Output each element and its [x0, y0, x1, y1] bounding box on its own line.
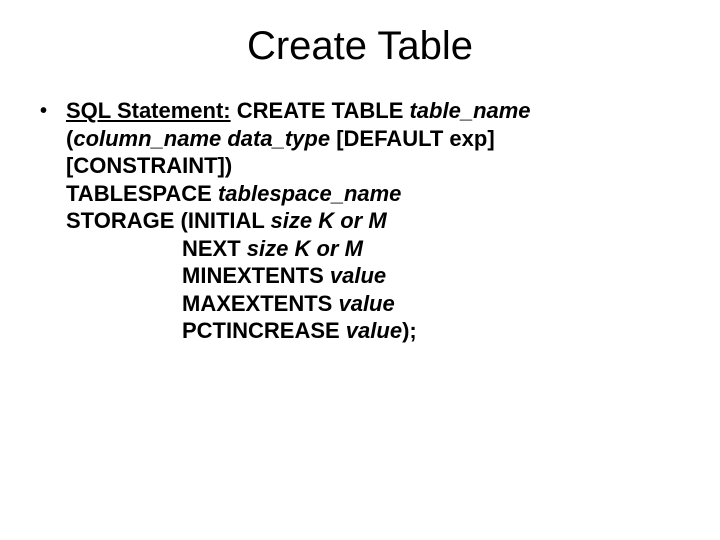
l2-col-type: column_name data_type: [73, 126, 330, 151]
l6-next: NEXT: [182, 236, 247, 261]
l3-constraint: [CONSTRAINT]): [66, 153, 232, 178]
l7-minextents: MINEXTENTS: [182, 263, 330, 288]
l4-tablespace-name: tablespace_name: [218, 181, 401, 206]
slide-body: • SQL Statement: CREATE TABLE table_name…: [0, 97, 720, 345]
bullet-content: SQL Statement: CREATE TABLE table_name: [66, 97, 680, 125]
line-5: STORAGE (INITIAL size K or M: [40, 207, 680, 235]
sql-statement-label: SQL Statement:: [66, 98, 231, 123]
line-8: MAXEXTENTS value: [40, 290, 680, 318]
l5-storage-initial: STORAGE (INITIAL: [66, 208, 271, 233]
l7-value: value: [330, 263, 386, 288]
slide-title: Create Table: [0, 0, 720, 97]
line-1: SQL Statement: CREATE TABLE table_name: [66, 97, 680, 125]
line-9: PCTINCREASE value);: [40, 317, 680, 345]
l9-value: value: [346, 318, 402, 343]
bullet-row: • SQL Statement: CREATE TABLE table_name: [40, 97, 680, 125]
bullet-icon: •: [40, 97, 66, 124]
line-4: TABLESPACE tablespace_name: [40, 180, 680, 208]
slide: Create Table • SQL Statement: CREATE TAB…: [0, 0, 720, 540]
line-2: (column_name data_type [DEFAULT exp]: [40, 125, 680, 153]
l6-size: size K or M: [247, 236, 363, 261]
l2-default: [DEFAULT exp]: [330, 126, 495, 151]
l1-table-name: table_name: [409, 98, 530, 123]
l9-close: );: [402, 318, 417, 343]
l5-size: size K or M: [271, 208, 387, 233]
l8-maxextents: MAXEXTENTS: [182, 291, 338, 316]
line-6: NEXT size K or M: [40, 235, 680, 263]
l1-keyword: CREATE TABLE: [237, 98, 410, 123]
l8-value: value: [338, 291, 394, 316]
line-3: [CONSTRAINT]): [40, 152, 680, 180]
l4-tablespace: TABLESPACE: [66, 181, 218, 206]
l9-pctincrease: PCTINCREASE: [182, 318, 346, 343]
line-7: MINEXTENTS value: [40, 262, 680, 290]
